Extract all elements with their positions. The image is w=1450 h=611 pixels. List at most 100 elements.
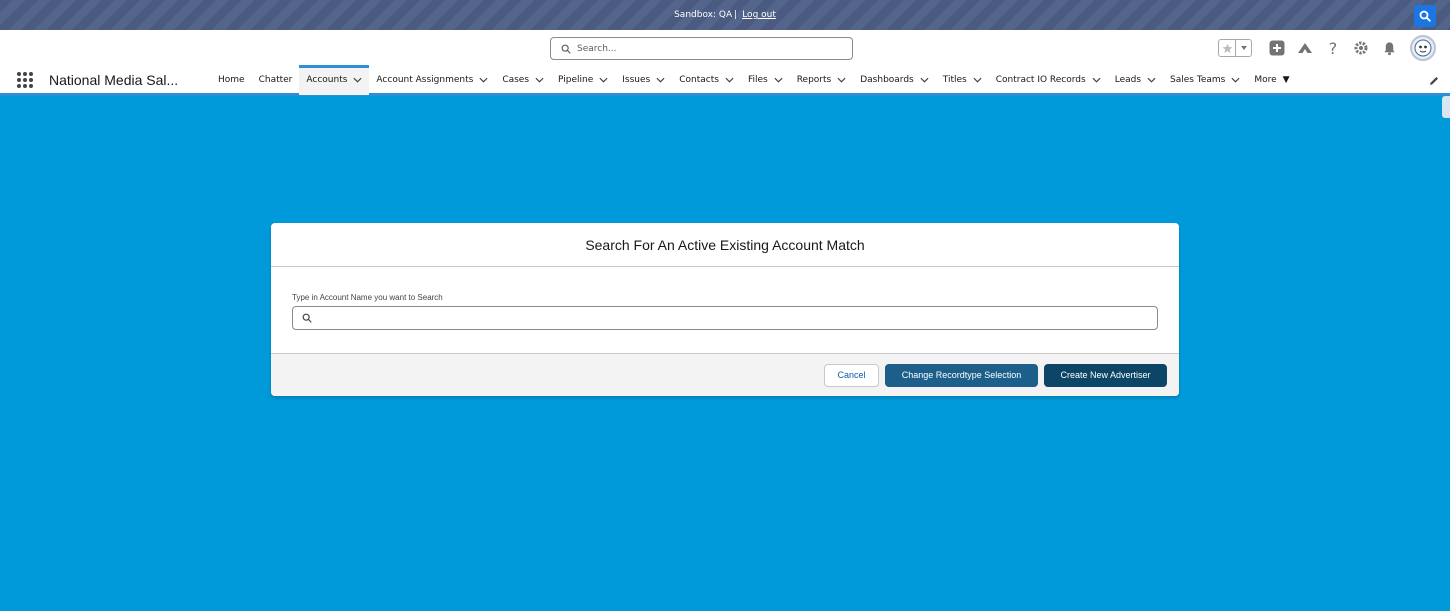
search-icon [1419,10,1431,22]
favorites-group [1218,39,1252,57]
nav-tab-titles[interactable]: Titles [936,65,989,95]
caret-down-icon: ▼ [1282,74,1290,85]
chevron-down-icon[interactable] [837,77,846,83]
nav-tab-label: Reports [796,74,832,85]
app-launcher-dot [23,83,27,88]
chevron-down-icon[interactable] [656,77,665,83]
chevron-down-icon[interactable] [725,77,734,83]
header-actions: ? [1218,33,1436,63]
cancel-button[interactable]: Cancel [824,363,879,387]
favorites-star-button[interactable] [1219,40,1235,56]
search-icon [561,44,571,54]
account-search-card: Search For An Active Existing Account Ma… [271,223,1179,396]
nav-tab-label: Leads [1114,74,1142,85]
help-button[interactable]: ? [1324,38,1342,58]
notifications-button[interactable] [1380,39,1398,57]
nav-tab-label: Contract IO Records [995,74,1086,85]
card-body: Type in Account Name you want to Search [271,267,1179,353]
gear-icon [1354,41,1368,55]
app-launcher-dot [17,77,21,82]
user-avatar[interactable] [1410,35,1436,61]
global-header: Search... ? [0,30,1450,66]
nav-tab-account-assignments[interactable]: Account Assignments [369,65,495,95]
app-launcher-icon [17,71,21,76]
nav-tab-label: Chatter [258,74,293,85]
nav-tab-issues[interactable]: Issues [615,65,672,95]
nav-tab-label: Titles [942,74,967,85]
chevron-down-icon[interactable] [973,77,982,83]
account-search-field[interactable] [292,306,1158,330]
pencil-icon[interactable] [1428,75,1440,87]
nav-tab-label: Dashboards [860,74,914,85]
nav-tab-files[interactable]: Files [741,65,790,95]
trailhead-icon [1298,43,1312,53]
sandbox-banner: Sandbox: QA | Log out [0,0,1450,30]
account-search-input[interactable] [318,308,1157,328]
global-actions-button[interactable] [1268,39,1286,57]
global-search-placeholder: Search... [577,43,617,54]
global-search-input[interactable]: Search... [550,37,853,60]
nav-tab-label: Issues [622,74,651,85]
chevron-down-icon[interactable] [599,77,608,83]
nav-tab-accounts[interactable]: Accounts [299,64,370,95]
nav-tab-dashboards[interactable]: Dashboards [853,65,936,95]
app-launcher-button[interactable] [17,70,37,90]
nav-tab-pipeline[interactable]: Pipeline [551,65,615,95]
nav-tab-reports[interactable]: Reports [790,65,854,95]
nav-tab-label: Sales Teams [1170,74,1226,85]
nav-tab-label: Pipeline [558,74,594,85]
nav-tab-label: Files [747,74,768,85]
logout-link[interactable]: Log out [742,10,776,20]
nav-tab-label: Contacts [679,74,719,85]
chevron-down-icon[interactable] [1147,77,1156,83]
chevron-down-icon[interactable] [479,77,488,83]
nav-tab-contacts[interactable]: Contacts [672,65,741,95]
setup-button[interactable] [1352,39,1370,57]
change-recordtype-button[interactable]: Change Recordtype Selection [885,363,1038,387]
app-launcher-dot [29,71,33,76]
nav-tab-leads[interactable]: Leads [1108,65,1163,95]
chevron-down-icon[interactable] [535,77,544,83]
favorites-menu-button[interactable] [1235,40,1251,56]
app-launcher-dot [29,77,33,82]
app-launcher-dot [23,71,27,76]
caret-down-icon [1240,46,1247,50]
app-navigation: National Media Sal... Home Chatter Account… [0,64,1450,96]
nav-tab-chatter[interactable]: Chatter [252,65,300,95]
trailhead-button[interactable] [1296,39,1314,57]
nav-more-label: More [1254,74,1277,85]
nav-items: Home Chatter Accounts Account Assignments Ca… [211,64,1247,95]
card-footer: Cancel Change Recordtype Selection Creat… [271,353,1179,396]
nav-more-menu[interactable]: More ▼ [1247,75,1296,85]
nav-tab-label: Accounts [306,74,348,85]
chevron-down-icon[interactable] [920,77,929,83]
astro-avatar-icon [1414,39,1432,57]
app-launcher-dot [17,83,21,88]
nav-tab-label: Account Assignments [376,74,474,85]
nav-tab-label: Home [218,74,245,85]
nav-tab-cases[interactable]: Cases [495,65,551,95]
chevron-down-icon[interactable] [1231,77,1240,83]
bell-icon [1383,41,1395,55]
card-title: Search For An Active Existing Account Ma… [271,223,1179,267]
search-icon [302,313,312,323]
app-name: National Media Sal... [49,71,179,88]
nav-tab-home[interactable]: Home [211,65,252,95]
chevron-down-icon[interactable] [353,77,362,83]
nav-tab-label: Cases [502,74,530,85]
nav-tab-sales-teams[interactable]: Sales Teams [1163,65,1247,95]
star-icon [1222,43,1232,53]
utility-side-tab[interactable] [1442,96,1450,118]
chevron-down-icon[interactable] [1092,77,1101,83]
chevron-down-icon[interactable] [774,77,783,83]
app-launcher-dot [29,83,33,88]
question-icon: ? [1328,38,1338,58]
create-new-advertiser-button[interactable]: Create New Advertiser [1044,363,1167,387]
sandbox-label: Sandbox: QA [674,10,733,20]
app-launcher-dot [23,77,27,82]
nav-tab-contract-io-records[interactable]: Contract IO Records [989,65,1108,95]
banner-separator: | [734,10,738,20]
plus-icon [1269,40,1285,56]
account-name-label: Type in Account Name you want to Search [292,293,443,302]
banner-search-button[interactable] [1414,5,1436,27]
